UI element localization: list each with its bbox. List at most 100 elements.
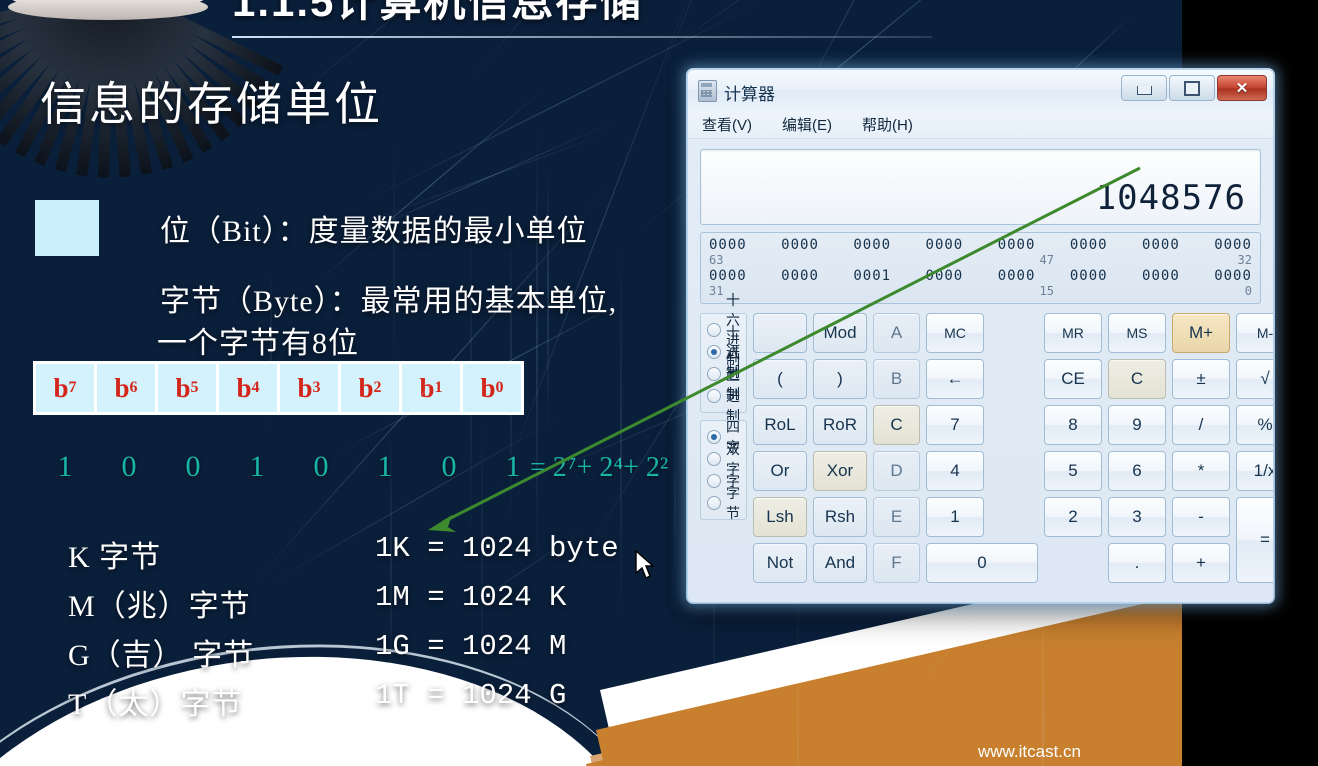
bit-cell-base: b <box>175 373 190 404</box>
op-key-Not[interactable]: Not <box>753 543 807 583</box>
op-key-Lsh[interactable]: Lsh <box>753 497 807 537</box>
radio-icon[interactable] <box>707 496 721 510</box>
op-key-RoL[interactable]: RoL <box>753 405 807 445</box>
bullet-byte-cont: 一个字节有8位 <box>157 318 359 362</box>
bit-cell-base: b <box>297 373 312 404</box>
key-CE[interactable]: CE <box>1044 359 1102 399</box>
menu-item-编辑e[interactable]: 编辑(E) <box>778 112 836 137</box>
hex-key-E[interactable]: E <box>873 497 920 537</box>
key-label: 7 <box>950 415 959 435</box>
bit-cell-base: b <box>358 373 373 404</box>
key-MC[interactable]: MC <box>926 313 984 353</box>
radio-icon[interactable] <box>707 452 721 466</box>
bit-cell-index: 6 <box>130 379 138 397</box>
hex-key-A[interactable]: A <box>873 313 920 353</box>
hex-key-F[interactable]: F <box>873 543 920 583</box>
op-key-And[interactable]: And <box>813 543 867 583</box>
key-6[interactable]: 6 <box>1108 451 1166 491</box>
key-±[interactable]: ± <box>1172 359 1230 399</box>
op-key-Mod[interactable]: Mod <box>813 313 867 353</box>
key-←[interactable]: ← <box>926 359 984 399</box>
word-size-radio-group[interactable]: 四字 双字字字节 <box>700 420 747 520</box>
unit-name: M（兆）字节 <box>68 581 251 625</box>
key-label: 9 <box>1132 415 1141 435</box>
binary-nibble: 0000 <box>998 237 1036 253</box>
radio-icon[interactable] <box>707 474 721 488</box>
minimize-button[interactable] <box>1121 75 1167 101</box>
menu-item-查看v[interactable]: 查看(V) <box>698 112 756 137</box>
radio-icon[interactable] <box>707 323 721 337</box>
key-label: RoL <box>764 415 795 435</box>
decorative-ray <box>670 0 917 48</box>
hex-column[interactable]: A B C D E F <box>873 313 920 583</box>
hex-key-C[interactable]: C <box>873 405 920 445</box>
op-key-([interactable]: ( <box>753 359 807 399</box>
op-key-Or[interactable]: Or <box>753 451 807 491</box>
word-option-双字[interactable]: 双字 <box>707 448 740 470</box>
op-key-Rsh[interactable]: Rsh <box>813 497 867 537</box>
key-4[interactable]: 4 <box>926 451 984 491</box>
key-M-[interactable]: M- <box>1236 313 1274 353</box>
op-key-Xor[interactable]: Xor <box>813 451 867 491</box>
key-√[interactable]: √ <box>1236 359 1274 399</box>
key-9[interactable]: 9 <box>1108 405 1166 445</box>
maximize-button[interactable] <box>1169 75 1215 101</box>
radio-icon[interactable] <box>707 389 721 403</box>
operator-column-2[interactable]: Mod) RoR Xor Rsh And <box>813 313 867 583</box>
key-C[interactable]: C <box>1108 359 1166 399</box>
bit-cell: b5 <box>158 364 216 412</box>
key-label: MC <box>944 325 966 341</box>
keypad-column-2[interactable]: MR CE 8 5 2 <box>1044 313 1102 583</box>
keypad-column-1[interactable]: MC ← 7 4 1 0 <box>926 313 1038 583</box>
menu-item-帮助h[interactable]: 帮助(H) <box>858 112 917 137</box>
key-MS[interactable]: MS <box>1108 313 1166 353</box>
radio-icon[interactable] <box>707 430 721 444</box>
key-8[interactable]: 8 <box>1044 405 1102 445</box>
op-key-blank[interactable] <box>753 313 807 353</box>
binary-nibble: 0000 <box>1142 268 1180 284</box>
key-label: 0 <box>977 553 986 573</box>
close-icon: ✕ <box>1236 81 1249 96</box>
bit-value: 0 <box>161 450 225 484</box>
key-1/x[interactable]: 1/x <box>1236 451 1274 491</box>
key-1[interactable]: 1 <box>926 497 984 537</box>
number-base-radio-group[interactable]: 十六进制 十进制 八进制 二进制 <box>700 313 747 413</box>
close-button[interactable]: ✕ <box>1217 75 1267 101</box>
window-titlebar[interactable]: 计算器 ✕ <box>688 70 1273 110</box>
binary-display-panel[interactable]: 0000 0000 0000 0000 0000 0000 0000 0000 63 47 32 … <box>700 232 1261 304</box>
radio-icon[interactable] <box>707 345 721 359</box>
keypad-column-5[interactable]: M- √% 1/x = <box>1236 313 1274 583</box>
op-key-)[interactable]: ) <box>813 359 867 399</box>
key-decimal[interactable]: . <box>1108 543 1166 583</box>
key-%[interactable]: % <box>1236 405 1274 445</box>
key-M+[interactable]: M+ <box>1172 313 1230 353</box>
key-5[interactable]: 5 <box>1044 451 1102 491</box>
hex-key-D[interactable]: D <box>873 451 920 491</box>
bit-cell: b6 <box>97 364 155 412</box>
hex-key-B[interactable]: B <box>873 359 920 399</box>
key-2[interactable]: 2 <box>1044 497 1102 537</box>
key-plus[interactable]: + <box>1172 543 1230 583</box>
radio-icon[interactable] <box>707 367 721 381</box>
key-label: RoR <box>823 415 857 435</box>
op-key-RoR[interactable]: RoR <box>813 405 867 445</box>
key-*[interactable]: * <box>1172 451 1230 491</box>
calculator-window[interactable]: 计算器 ✕ 查看(V) 编辑(E) 帮助(H) 1048576 0000 0000 00… <box>686 68 1275 604</box>
decorative-beam <box>470 220 472 551</box>
key-3[interactable]: 3 <box>1108 497 1166 537</box>
mouse-cursor <box>634 550 656 582</box>
equals-key[interactable]: = <box>1236 497 1274 583</box>
key-/[interactable]: / <box>1172 405 1230 445</box>
keypad-column-3[interactable]: MS C 9 6 3. <box>1108 313 1166 583</box>
menu-bar[interactable]: 查看(V) 编辑(E) 帮助(H) <box>688 110 1273 139</box>
word-option-字节[interactable]: 字节 <box>707 492 740 514</box>
bit-index: 63 <box>709 253 741 268</box>
base-option-二进制[interactable]: 二进制 <box>707 385 740 407</box>
key-MR[interactable]: MR <box>1044 313 1102 353</box>
key-0[interactable]: 0 <box>926 543 1038 583</box>
keypad-column-4[interactable]: M+ ± / * - + <box>1172 313 1230 583</box>
operator-column-1[interactable]: ( RoL Or Lsh Not <box>753 313 807 583</box>
key-label: M+ <box>1189 323 1213 343</box>
key-7[interactable]: 7 <box>926 405 984 445</box>
key--[interactable]: - <box>1172 497 1230 537</box>
